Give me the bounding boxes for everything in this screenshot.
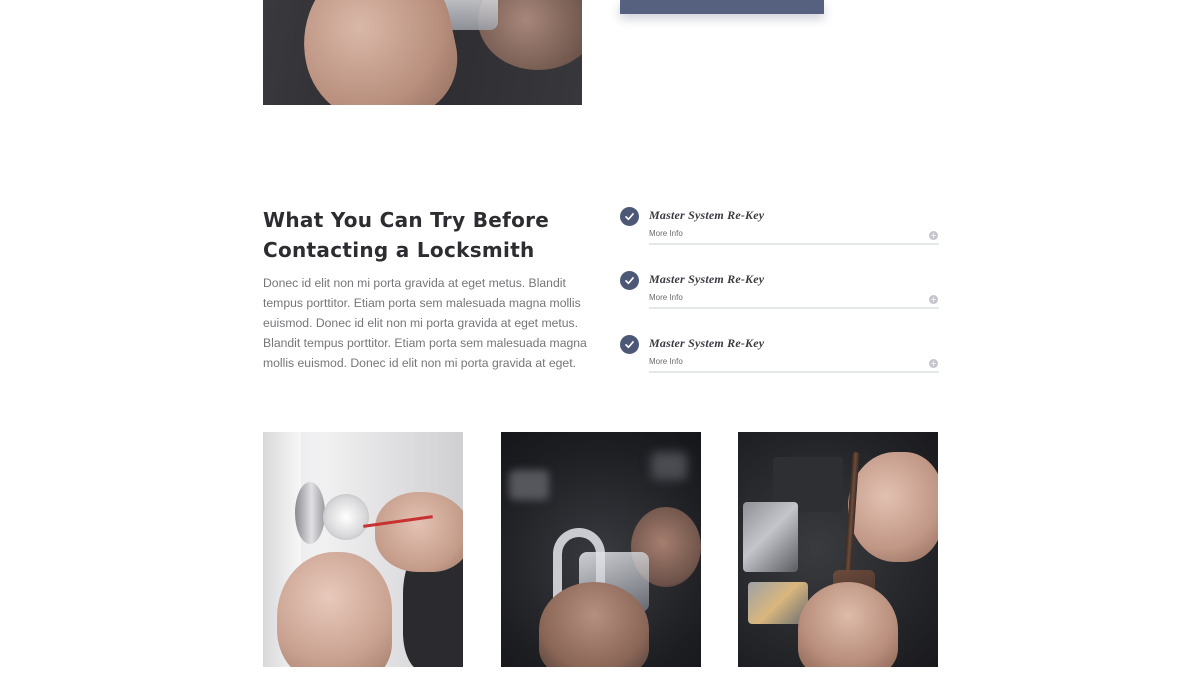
photo-detail	[323, 494, 369, 540]
divider	[649, 307, 939, 309]
check-icon	[620, 271, 639, 290]
checklist-item: Master System Re-Key More Info +	[620, 271, 940, 321]
cta-button[interactable]	[620, 0, 824, 14]
photo-detail	[509, 470, 549, 500]
checklist-item: Master System Re-Key More Info +	[620, 335, 940, 385]
checklist-item: Master System Re-Key More Info +	[620, 207, 940, 257]
section-heading-line-1: What You Can Try Before	[263, 208, 550, 232]
divider	[649, 243, 939, 245]
check-icon	[620, 207, 639, 226]
photo-detail	[277, 552, 392, 667]
photo-detail	[798, 582, 898, 667]
more-info-link[interactable]: More Info	[649, 229, 683, 238]
gallery-photo-door-lock	[263, 432, 463, 667]
plus-icon[interactable]: +	[929, 359, 938, 368]
hero-photo	[263, 0, 582, 105]
divider	[649, 371, 939, 373]
section-heading-line-2: Contacting a Locksmith	[263, 238, 535, 262]
plus-icon[interactable]: +	[929, 231, 938, 240]
checklist-item-title: Master System Re-Key	[649, 208, 765, 222]
photo-detail	[651, 452, 687, 480]
gallery-photo-padlock	[501, 432, 701, 667]
photo-detail	[848, 452, 938, 562]
checklist-item-title: Master System Re-Key	[649, 272, 765, 286]
gallery-photo-cylinder-repair	[738, 432, 938, 667]
photo-detail	[288, 0, 468, 105]
more-info-link[interactable]: More Info	[649, 293, 683, 302]
photo-detail	[539, 582, 649, 667]
section-body-text: Donec id elit non mi porta gravida at eg…	[263, 276, 587, 370]
photo-detail	[743, 502, 798, 572]
section-heading: What You Can Try Before Contacting a Loc…	[263, 205, 583, 265]
more-info-link[interactable]: More Info	[649, 357, 683, 366]
plus-icon[interactable]: +	[929, 295, 938, 304]
photo-detail	[295, 482, 325, 544]
check-icon	[620, 335, 639, 354]
photo-detail	[375, 492, 463, 572]
checklist-item-title: Master System Re-Key	[649, 336, 765, 350]
